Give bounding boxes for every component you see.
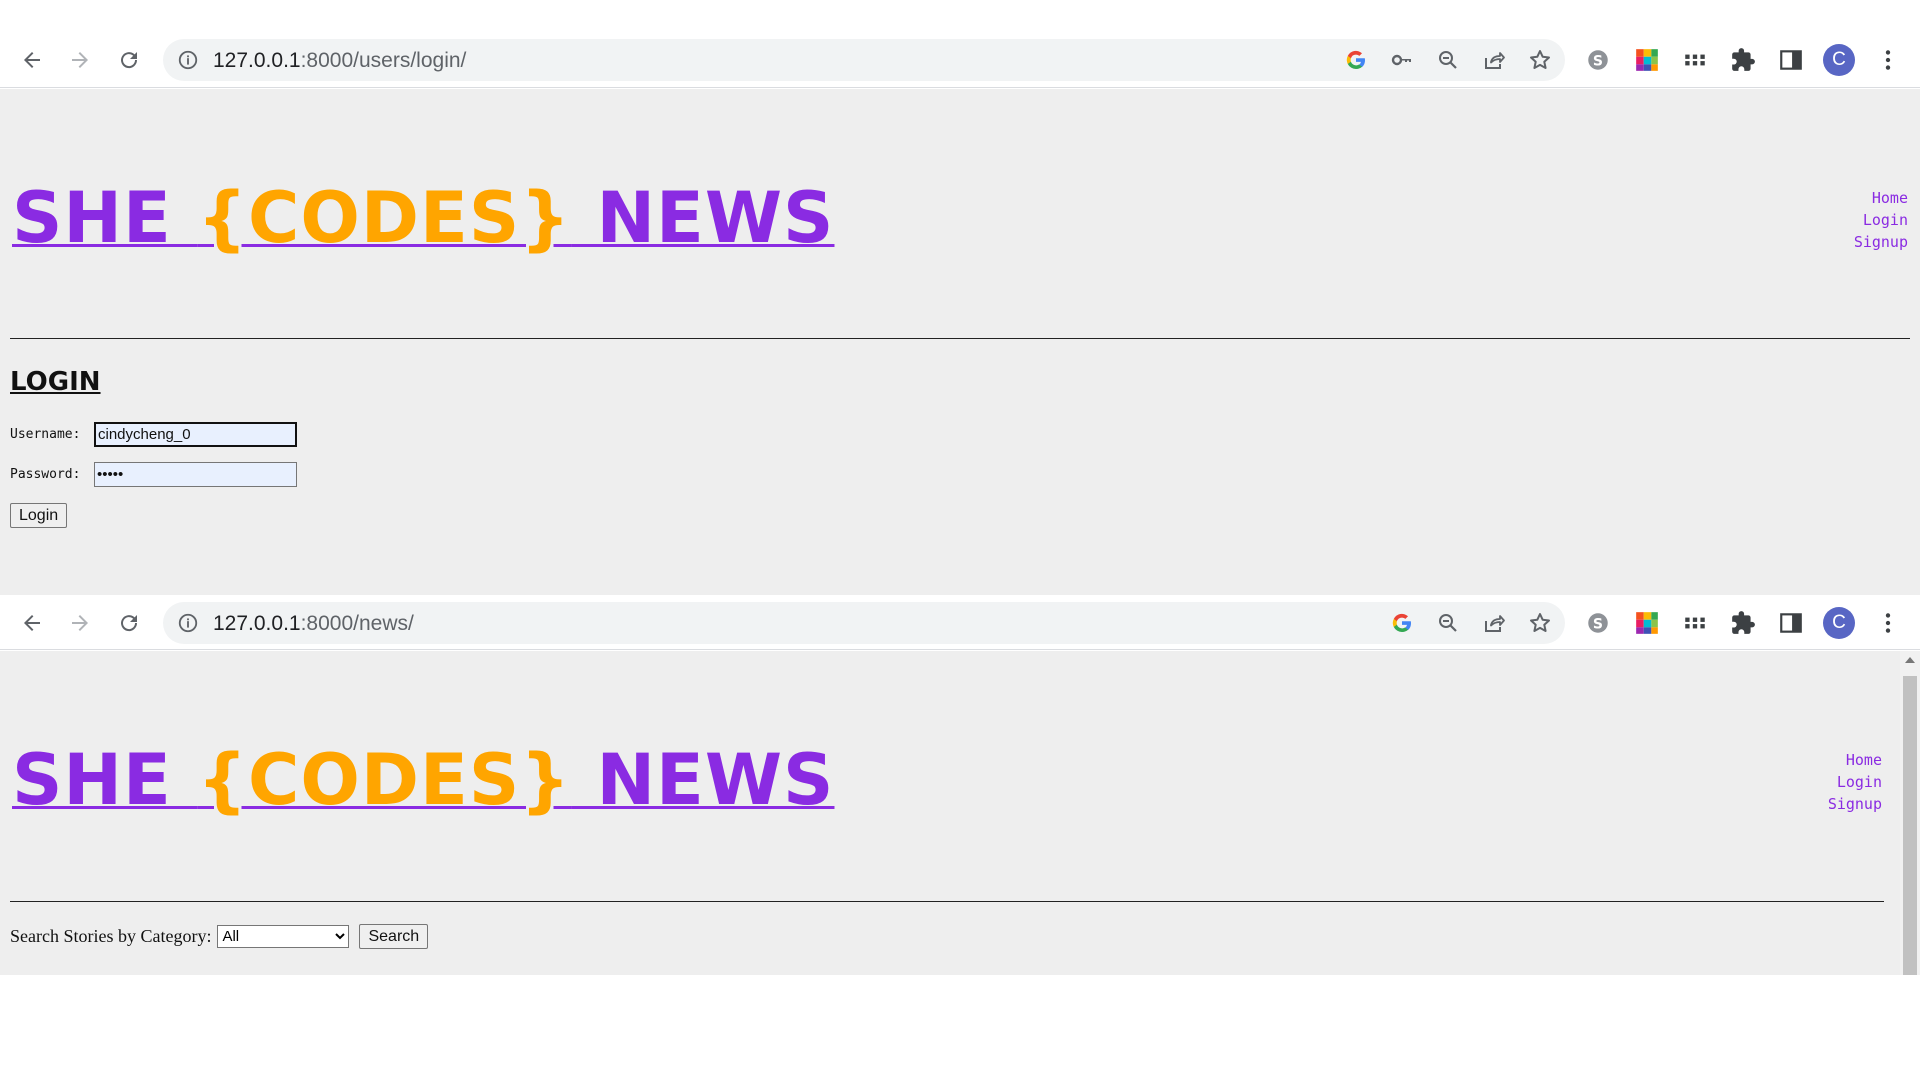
password-label: Password:: [10, 467, 81, 482]
url-text[interactable]: 127.0.0.1:8000/news/: [213, 612, 414, 636]
top-nav: Home Login Signup: [1854, 187, 1908, 253]
login-page-viewport: SHE {CODES} NEWS Home Login Signup LOGIN…: [0, 89, 1920, 595]
share-icon[interactable]: [1481, 47, 1507, 73]
nav-login-link[interactable]: Login: [1854, 209, 1908, 231]
more-icon[interactable]: [1873, 608, 1903, 638]
svg-text:S: S: [1593, 53, 1603, 69]
back-icon[interactable]: [16, 607, 48, 639]
puzzle-icon[interactable]: [1728, 608, 1758, 638]
login-button[interactable]: Login: [10, 503, 68, 528]
divider: [10, 338, 1910, 339]
site-logo-link[interactable]: SHE {CODES} NEWS: [12, 177, 834, 259]
nav-login-link[interactable]: Login: [1828, 771, 1882, 793]
address-bar[interactable]: 127.0.0.1:8000/news/: [163, 602, 1565, 644]
side-panel-icon[interactable]: [1776, 608, 1806, 638]
key-icon[interactable]: [1389, 47, 1415, 73]
url-text[interactable]: 127.0.0.1:8000/users/login/: [213, 49, 466, 73]
top-nav: Home Login Signup: [1828, 749, 1882, 815]
search-label: Search Stories by Category:: [10, 926, 212, 946]
browser-toolbar: 127.0.0.1:8000/users/login/ S C: [0, 0, 1920, 88]
forward-icon[interactable]: [64, 44, 96, 76]
info-icon[interactable]: [177, 49, 199, 71]
nav-home-link[interactable]: Home: [1854, 187, 1908, 209]
info-icon[interactable]: [177, 612, 199, 634]
skype-icon[interactable]: S: [1583, 45, 1613, 75]
zoom-out-icon[interactable]: [1435, 610, 1461, 636]
nav-signup-link[interactable]: Signup: [1854, 231, 1908, 253]
scroll-thumb[interactable]: [1903, 676, 1917, 975]
forward-icon[interactable]: [64, 607, 96, 639]
address-bar[interactable]: 127.0.0.1:8000/users/login/: [163, 39, 1565, 81]
share-icon[interactable]: [1481, 610, 1507, 636]
back-icon[interactable]: [16, 44, 48, 76]
username-row: Username:: [10, 422, 297, 447]
apps-icon[interactable]: [1680, 608, 1710, 638]
divider: [10, 901, 1884, 902]
google-icon[interactable]: [1389, 610, 1415, 636]
reload-icon[interactable]: [113, 607, 145, 639]
star-icon[interactable]: [1527, 47, 1553, 73]
category-select[interactable]: All: [217, 925, 350, 948]
password-row: Password:: [10, 462, 297, 487]
username-field[interactable]: [94, 422, 297, 447]
username-label: Username:: [10, 427, 81, 442]
puzzle-icon[interactable]: [1728, 45, 1758, 75]
color-grid-icon[interactable]: [1632, 45, 1662, 75]
zoom-out-icon[interactable]: [1435, 47, 1461, 73]
google-icon[interactable]: [1343, 47, 1369, 73]
category-search: Search Stories by Category: All Search: [10, 924, 429, 949]
nav-signup-link[interactable]: Signup: [1828, 793, 1882, 815]
star-icon[interactable]: [1527, 610, 1553, 636]
password-field[interactable]: [94, 462, 297, 487]
scroll-up-arrow[interactable]: [1905, 657, 1915, 663]
page-title: LOGIN: [10, 367, 101, 397]
site-logo-link[interactable]: SHE {CODES} NEWS: [12, 739, 834, 821]
avatar[interactable]: C: [1823, 44, 1855, 76]
scrollbar[interactable]: [1900, 651, 1920, 975]
side-panel-icon[interactable]: [1776, 45, 1806, 75]
search-button[interactable]: Search: [359, 924, 429, 949]
more-icon[interactable]: [1873, 45, 1903, 75]
news-page-viewport: SHE {CODES} NEWS Home Login Signup Searc…: [0, 651, 1920, 975]
reload-icon[interactable]: [113, 44, 145, 76]
nav-home-link[interactable]: Home: [1828, 749, 1882, 771]
apps-icon[interactable]: [1680, 45, 1710, 75]
svg-text:S: S: [1593, 616, 1603, 632]
skype-icon[interactable]: S: [1583, 608, 1613, 638]
browser-toolbar: 127.0.0.1:8000/news/ S C: [0, 595, 1920, 650]
color-grid-icon[interactable]: [1632, 608, 1662, 638]
avatar[interactable]: C: [1823, 607, 1855, 639]
